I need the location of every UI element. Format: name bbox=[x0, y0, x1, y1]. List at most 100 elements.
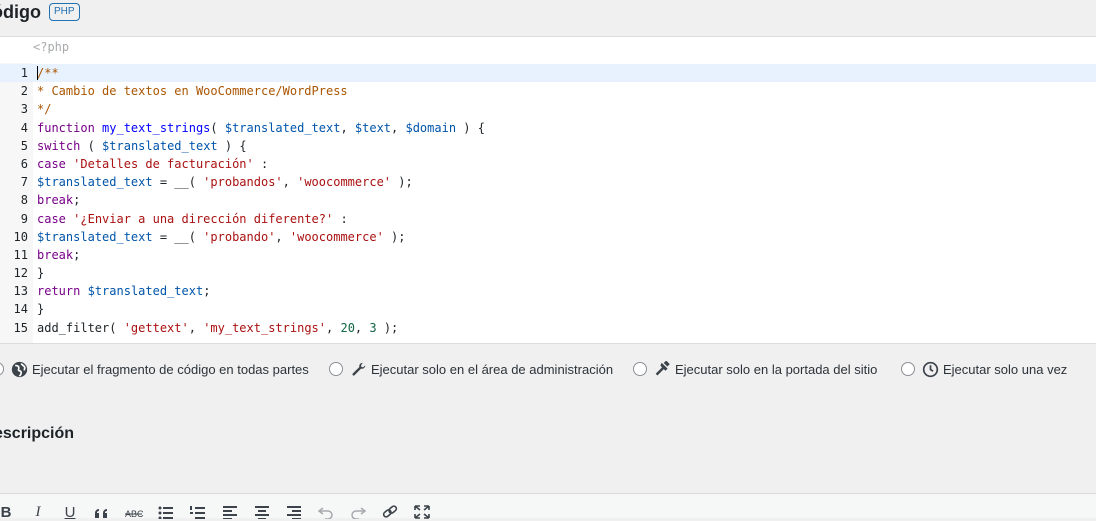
line-code[interactable]: function my_text_strings( $translated_te… bbox=[37, 119, 485, 137]
line-number: 6 bbox=[20, 156, 28, 171]
code-line[interactable]: 15 add_filter( 'gettext', 'my_text_string… bbox=[0, 319, 1096, 337]
code-token: 'probandos' bbox=[203, 175, 283, 190]
code-token: 'Detalles de facturación' bbox=[73, 156, 254, 171]
blockquote-button[interactable] bbox=[91, 503, 113, 521]
align-right-button[interactable] bbox=[283, 503, 305, 521]
code-token: ) { bbox=[217, 138, 247, 153]
line-code[interactable]: add_filter( 'gettext', 'my_text_strings'… bbox=[37, 319, 398, 337]
code-token: break bbox=[37, 247, 74, 262]
code-token: */ bbox=[37, 102, 52, 117]
code-token: 'probando' bbox=[203, 229, 276, 244]
line-number: 14 bbox=[13, 302, 28, 317]
code-line[interactable]: 14} bbox=[0, 300, 1096, 318]
description-editor-toolbar: B I U ABC bbox=[0, 493, 1096, 521]
run-everywhere-radio[interactable] bbox=[0, 362, 4, 376]
strikethrough-button[interactable]: ABC bbox=[123, 503, 145, 521]
align-left-button[interactable] bbox=[219, 503, 241, 521]
line-code[interactable]: $translated_text = __( 'probando', 'wooc… bbox=[37, 228, 405, 246]
insert-link-button[interactable] bbox=[379, 503, 401, 521]
line-code[interactable]: $translated_text = __( 'probandos', 'woo… bbox=[37, 173, 413, 191]
line-code[interactable]: * Cambio de textos en WooCommerce/WordPr… bbox=[37, 82, 348, 100]
run-frontend-label: Ejecutar solo en la portada del sitio bbox=[675, 361, 878, 377]
fullscreen-button[interactable] bbox=[411, 503, 433, 521]
line-number: 3 bbox=[20, 102, 28, 117]
code-line[interactable]: 8 break; bbox=[0, 191, 1096, 209]
wrench-icon bbox=[349, 360, 367, 378]
run-everywhere-option[interactable]: Ejecutar el fragmento de código en todas… bbox=[0, 355, 309, 383]
run-everywhere-label: Ejecutar el fragmento de código en todas… bbox=[32, 361, 309, 377]
code-line[interactable]: 7 $translated_text = __( 'probandos', 'wo… bbox=[0, 173, 1096, 191]
code-token: 'woocommerce' bbox=[289, 229, 384, 244]
line-code[interactable]: } bbox=[37, 300, 44, 318]
run-frontend-option[interactable]: Ejecutar solo en la portada del sitio bbox=[633, 355, 877, 383]
bullet-list-button[interactable] bbox=[155, 503, 177, 521]
line-code[interactable]: case '¿Enviar a una dirección diferente?… bbox=[37, 210, 348, 228]
code-token: $translated_text bbox=[37, 175, 153, 190]
code-line[interactable]: 6 case 'Detalles de facturación' : bbox=[0, 155, 1096, 173]
code-line[interactable]: 12} bbox=[0, 264, 1096, 282]
code-line[interactable]: 5 switch ( $translated_text ) { bbox=[0, 137, 1096, 155]
code-token: case bbox=[37, 211, 66, 226]
run-once-radio[interactable] bbox=[901, 362, 915, 376]
line-code[interactable]: break; bbox=[37, 246, 80, 264]
code-token: 'gettext' bbox=[123, 320, 189, 335]
code-token: break bbox=[37, 193, 74, 208]
line-number: 5 bbox=[20, 138, 28, 153]
run-frontend-radio[interactable] bbox=[633, 362, 647, 376]
line-code[interactable]: return $translated_text; bbox=[37, 282, 210, 300]
code-token: ) { bbox=[456, 120, 485, 135]
numbered-list-button[interactable] bbox=[187, 503, 209, 521]
code-token: add_filter bbox=[37, 320, 110, 335]
code-line[interactable]: 1 /** bbox=[0, 64, 1096, 83]
line-code[interactable]: switch ( $translated_text ) { bbox=[37, 137, 247, 155]
code-token: ( bbox=[109, 320, 124, 335]
code-token: ; bbox=[203, 284, 211, 299]
bold-button[interactable]: B bbox=[0, 503, 17, 521]
code-token: , bbox=[326, 320, 341, 335]
line-number: 11 bbox=[13, 247, 28, 262]
globe-icon bbox=[10, 360, 28, 378]
run-once-option[interactable]: Ejecutar solo una vez bbox=[901, 355, 1067, 383]
redo-button[interactable] bbox=[347, 503, 369, 521]
code-token: } bbox=[37, 302, 45, 317]
code-section-title: ódigo bbox=[0, 1, 41, 22]
code-line[interactable]: 3 */ bbox=[0, 100, 1096, 118]
code-token: $translated_text bbox=[224, 120, 341, 135]
undo-button[interactable] bbox=[315, 503, 337, 521]
code-lines[interactable]: 1 /** 2 * Cambio de textos en WooCommerce/W… bbox=[0, 64, 1096, 337]
line-number: 1 bbox=[20, 66, 28, 80]
code-token: /** bbox=[37, 66, 59, 80]
underline-button[interactable]: U bbox=[59, 503, 81, 521]
code-line[interactable]: 2 * Cambio de textos en WooCommerce/WordP… bbox=[0, 82, 1096, 100]
align-center-button[interactable] bbox=[251, 503, 273, 521]
bold-icon: B bbox=[0, 503, 12, 521]
line-number: 8 bbox=[20, 193, 28, 208]
code-line[interactable]: 13 return $translated_text; bbox=[0, 282, 1096, 300]
line-number: 15 bbox=[13, 320, 28, 335]
code-token: , bbox=[188, 320, 204, 335]
line-code[interactable]: case 'Detalles de facturación' : bbox=[37, 155, 268, 173]
code-line[interactable]: 4 function my_text_strings( $translated_t… bbox=[0, 119, 1096, 137]
line-number: 2 bbox=[20, 84, 28, 99]
code-token: function bbox=[37, 120, 95, 135]
italic-button[interactable]: I bbox=[27, 503, 49, 521]
code-token: ; bbox=[73, 193, 81, 208]
code-token: $translated_text bbox=[102, 138, 218, 153]
code-line[interactable]: 11 break; bbox=[0, 246, 1096, 264]
line-number: 12 bbox=[13, 266, 28, 281]
run-admin-option[interactable]: Ejecutar solo en el área de administraci… bbox=[329, 355, 613, 383]
run-admin-radio[interactable] bbox=[329, 362, 343, 376]
line-code[interactable]: } bbox=[37, 264, 44, 282]
code-line[interactable]: 10 $translated_text = __( 'probando', 'wo… bbox=[0, 228, 1096, 246]
code-section-header: ódigo PHP bbox=[0, 0, 80, 24]
code-editor[interactable]: <?php 1 /** 2 * Cambio de textos en WooComm… bbox=[0, 36, 1096, 344]
code-token: 'my_text_strings' bbox=[203, 320, 327, 335]
line-code[interactable]: /** bbox=[37, 64, 59, 82]
line-number: 7 bbox=[20, 175, 28, 190]
line-code[interactable]: break; bbox=[37, 191, 80, 209]
run-admin-label: Ejecutar solo en el área de administraci… bbox=[371, 361, 614, 377]
line-code[interactable]: */ bbox=[37, 100, 51, 118]
code-token: * Cambio de textos en WooCommerce/WordPr… bbox=[37, 84, 348, 99]
code-line[interactable]: 9 case '¿Enviar a una dirección diferente… bbox=[0, 210, 1096, 228]
